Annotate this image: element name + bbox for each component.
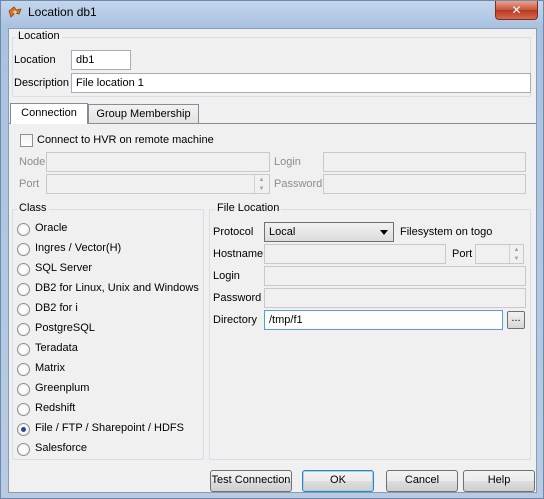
class-label-oracle: Oracle	[35, 222, 68, 234]
class-radio-teradata[interactable]	[17, 343, 30, 356]
remote-machine-label: Connect to HVR on remote machine	[37, 134, 214, 146]
remote-login-input[interactable]	[323, 152, 526, 172]
hostname-label: Hostname	[213, 248, 264, 260]
close-window-button[interactable]: ✕	[495, 1, 538, 20]
node-input[interactable]	[46, 152, 270, 172]
file-port-label: Port	[452, 248, 473, 260]
class-label-matrix: Matrix	[35, 362, 65, 374]
ok-button[interactable]: OK	[302, 470, 374, 492]
class-label-file: File / FTP / Sharepoint / HDFS	[35, 422, 184, 434]
remote-password-label: Password	[274, 178, 323, 190]
tab-connection[interactable]: Connection	[10, 103, 88, 124]
remote-port-input[interactable]	[46, 174, 270, 194]
spin-down-icon[interactable]: ▼	[510, 254, 523, 263]
remote-password-input[interactable]	[323, 174, 526, 194]
protocol-label: Protocol	[213, 226, 254, 238]
class-radio-matrix[interactable]	[17, 363, 30, 376]
class-radio-sql-server[interactable]	[17, 263, 30, 276]
tab-group-membership[interactable]: Group Membership	[88, 104, 199, 123]
description-label: Description	[14, 77, 70, 89]
file-login-input[interactable]	[264, 266, 526, 286]
class-label-db2-i: DB2 for i	[35, 302, 78, 314]
connection-tab-panel: Connect to HVR on remote machine Node Lo…	[9, 123, 536, 460]
remote-port-label: Port	[19, 178, 40, 190]
title-bar[interactable]: Location db1 ✕	[1, 1, 543, 25]
class-radio-db2-luw[interactable]	[17, 283, 30, 296]
directory-label: Directory	[213, 314, 258, 326]
remote-machine-checkbox[interactable]	[20, 134, 33, 147]
dialog-window: Location db1 ✕ Location Location db1 Des…	[0, 0, 544, 499]
protocol-select[interactable]: Local	[264, 222, 394, 242]
class-label-postgresql: PostgreSQL	[35, 322, 95, 334]
class-label-greenplum: Greenplum	[35, 382, 90, 394]
class-group-title: Class	[17, 202, 49, 214]
description-input[interactable]: File location 1	[71, 73, 531, 93]
class-radio-db2-i[interactable]	[17, 303, 30, 316]
class-label-teradata: Teradata	[35, 342, 78, 354]
spin-down-icon[interactable]: ▼	[255, 184, 268, 193]
class-radio-redshift[interactable]	[17, 403, 30, 416]
class-radio-ingres[interactable]	[17, 243, 30, 256]
class-radio-file[interactable]	[17, 423, 30, 436]
filesystem-text: Filesystem on togo	[400, 226, 493, 238]
spin-up-icon[interactable]: ▲	[510, 245, 523, 254]
window-title: Location db1	[28, 5, 97, 19]
help-button[interactable]: Help	[463, 470, 535, 492]
class-label-salesforce: Salesforce	[35, 442, 87, 454]
class-label-redshift: Redshift	[35, 402, 76, 414]
directory-input[interactable]: /tmp/f1	[264, 310, 503, 330]
browse-directory-button[interactable]: ...	[507, 311, 525, 329]
class-radio-oracle[interactable]	[17, 223, 30, 236]
remote-port-spinner[interactable]: ▲ ▼	[254, 175, 268, 193]
file-password-input[interactable]	[264, 288, 526, 308]
class-radio-salesforce[interactable]	[17, 443, 30, 456]
hvr-app-icon	[8, 6, 22, 18]
class-radio-postgresql[interactable]	[17, 323, 30, 336]
class-label-db2-luw: DB2 for Linux, Unix and Windows	[35, 282, 199, 294]
hostname-input[interactable]	[264, 244, 446, 264]
class-label-sql-server: SQL Server	[35, 262, 93, 274]
location-name-input[interactable]: db1	[71, 50, 131, 70]
chevron-down-icon	[380, 230, 388, 235]
class-radio-greenplum[interactable]	[17, 383, 30, 396]
protocol-selected-value: Local	[269, 226, 296, 238]
class-label-ingres: Ingres / Vector(H)	[35, 242, 122, 254]
cancel-button[interactable]: Cancel	[386, 470, 458, 492]
remote-login-label: Login	[274, 156, 301, 168]
location-label: Location	[14, 54, 56, 66]
location-group-title: Location	[16, 30, 62, 42]
node-label: Node	[19, 156, 46, 168]
file-location-group-title: File Location	[215, 202, 282, 214]
file-password-label: Password	[213, 292, 262, 304]
spin-up-icon[interactable]: ▲	[255, 175, 268, 184]
dialog-body: Location Location db1 Description File l…	[8, 28, 537, 493]
test-connection-button[interactable]: Test Connection	[210, 470, 292, 492]
file-port-spinner[interactable]: ▲ ▼	[509, 245, 523, 263]
file-login-label: Login	[213, 270, 240, 282]
